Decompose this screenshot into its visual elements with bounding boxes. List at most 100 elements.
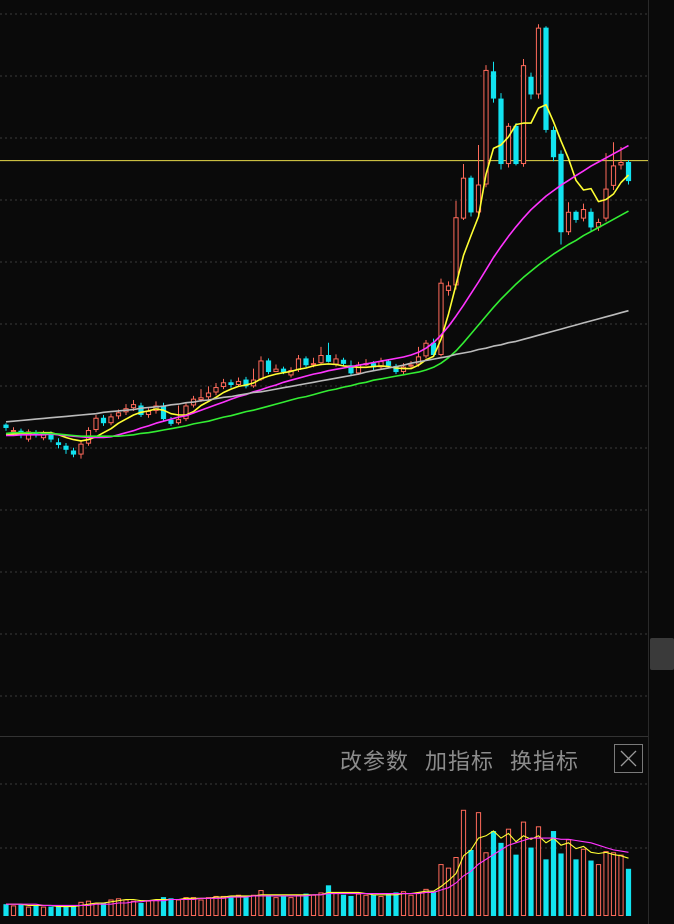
candle (543, 26, 549, 133)
candle (393, 363, 399, 375)
candle (213, 382, 219, 396)
candle (33, 430, 39, 438)
volume-bar-up (565, 839, 572, 916)
candle-body-up (333, 358, 339, 365)
candle (138, 402, 144, 418)
candle (468, 175, 474, 217)
candle (378, 357, 384, 370)
volume-bar-up (318, 892, 324, 916)
volume-bar-down (385, 893, 392, 916)
candle-body-up (198, 397, 204, 401)
scrollbar-thumb[interactable] (650, 638, 674, 670)
volume-bar-up (198, 899, 204, 916)
volume-bar-up (295, 894, 302, 916)
add-indicator-button[interactable]: 加指标 (425, 744, 494, 776)
candle-body-up (610, 165, 617, 186)
volume-bar-up (175, 899, 182, 916)
volume-bar-up (603, 851, 609, 916)
volume-bar-down (528, 847, 534, 916)
volume-bar-down (513, 854, 519, 916)
candle (273, 364, 279, 373)
candle-body-down (3, 424, 9, 428)
volume-bar-down (340, 894, 347, 916)
candle-body-down (468, 177, 474, 213)
candle-body-up (445, 285, 452, 291)
candle (535, 24, 542, 99)
candle-body-up (603, 188, 609, 219)
candle-body-up (258, 360, 264, 380)
candle-body-down (160, 405, 167, 420)
volume-bar-up (85, 900, 92, 917)
candle (63, 442, 69, 454)
right-scrollbar[interactable] (648, 0, 674, 924)
candle-body-down (513, 125, 519, 165)
volume-bar-up (235, 894, 242, 916)
candle (205, 386, 212, 400)
candle-body-down (70, 450, 77, 455)
candle (438, 278, 444, 357)
volume-bar-up (460, 809, 467, 916)
candle-body-up (318, 355, 324, 364)
volume-bar-down (468, 849, 474, 916)
candle-body-up (115, 412, 122, 417)
volume-bar-down (625, 868, 632, 916)
candle-body-up (108, 416, 114, 424)
volume-bar-up (618, 854, 624, 916)
candle-body-down (228, 382, 234, 386)
volume-bar-down (138, 903, 144, 916)
candle-body-down (573, 211, 579, 220)
volume-bar-up (153, 899, 159, 916)
candle-body-down (528, 76, 534, 95)
candle (573, 210, 579, 223)
candle-body-up (415, 356, 422, 365)
candle-body-down (280, 368, 287, 373)
volume-bar-down (573, 859, 579, 916)
close-indicator-button[interactable] (614, 744, 643, 773)
volume-bar-up (78, 901, 84, 916)
candle-body-up (10, 430, 17, 433)
volume-bar-up (40, 906, 47, 916)
candle (325, 342, 332, 363)
candle (93, 415, 99, 433)
volume-bar-down (168, 898, 174, 916)
candle-body-down (303, 358, 309, 366)
volume-bar-down (393, 892, 399, 916)
volume-bar-up (453, 857, 459, 916)
volume-bar-up (595, 864, 602, 916)
volume-bar-down (3, 904, 9, 916)
volume-bar-up (288, 897, 294, 916)
ma5-line (5, 103, 630, 442)
volume-bar-up (610, 852, 617, 916)
volume-bar-up (423, 888, 429, 916)
candle (528, 72, 534, 100)
candle-body-up (618, 161, 624, 166)
volume-bar-up (93, 903, 99, 917)
candle (348, 360, 354, 377)
candle (340, 357, 347, 366)
volume-bar-up (190, 897, 197, 916)
volume-bar-up (400, 891, 407, 917)
volume-bar-up (483, 852, 489, 916)
modify-params-button[interactable]: 改参数 (340, 744, 409, 776)
candle-body-down (385, 361, 392, 366)
candle-body-up (565, 211, 572, 233)
candle (303, 356, 309, 368)
candle-body-up (310, 363, 317, 366)
close-x-icon (620, 750, 637, 767)
candle (78, 440, 84, 459)
candle (108, 413, 114, 426)
candlestick-chart[interactable] (0, 0, 648, 735)
volume-bar-up (408, 894, 414, 916)
candle-body-down (55, 442, 62, 446)
volume-bar-down (48, 906, 54, 916)
volume-bar-up (363, 894, 369, 916)
candle (558, 150, 564, 245)
candle (243, 376, 249, 389)
candle-body-down (325, 355, 332, 362)
candle-body-up (505, 125, 512, 165)
candle-body-up (130, 404, 137, 409)
candle-body-up (408, 364, 414, 367)
candle-body-down (265, 360, 272, 373)
switch-indicator-button[interactable]: 换指标 (510, 744, 579, 776)
candle-body-up (580, 209, 587, 219)
